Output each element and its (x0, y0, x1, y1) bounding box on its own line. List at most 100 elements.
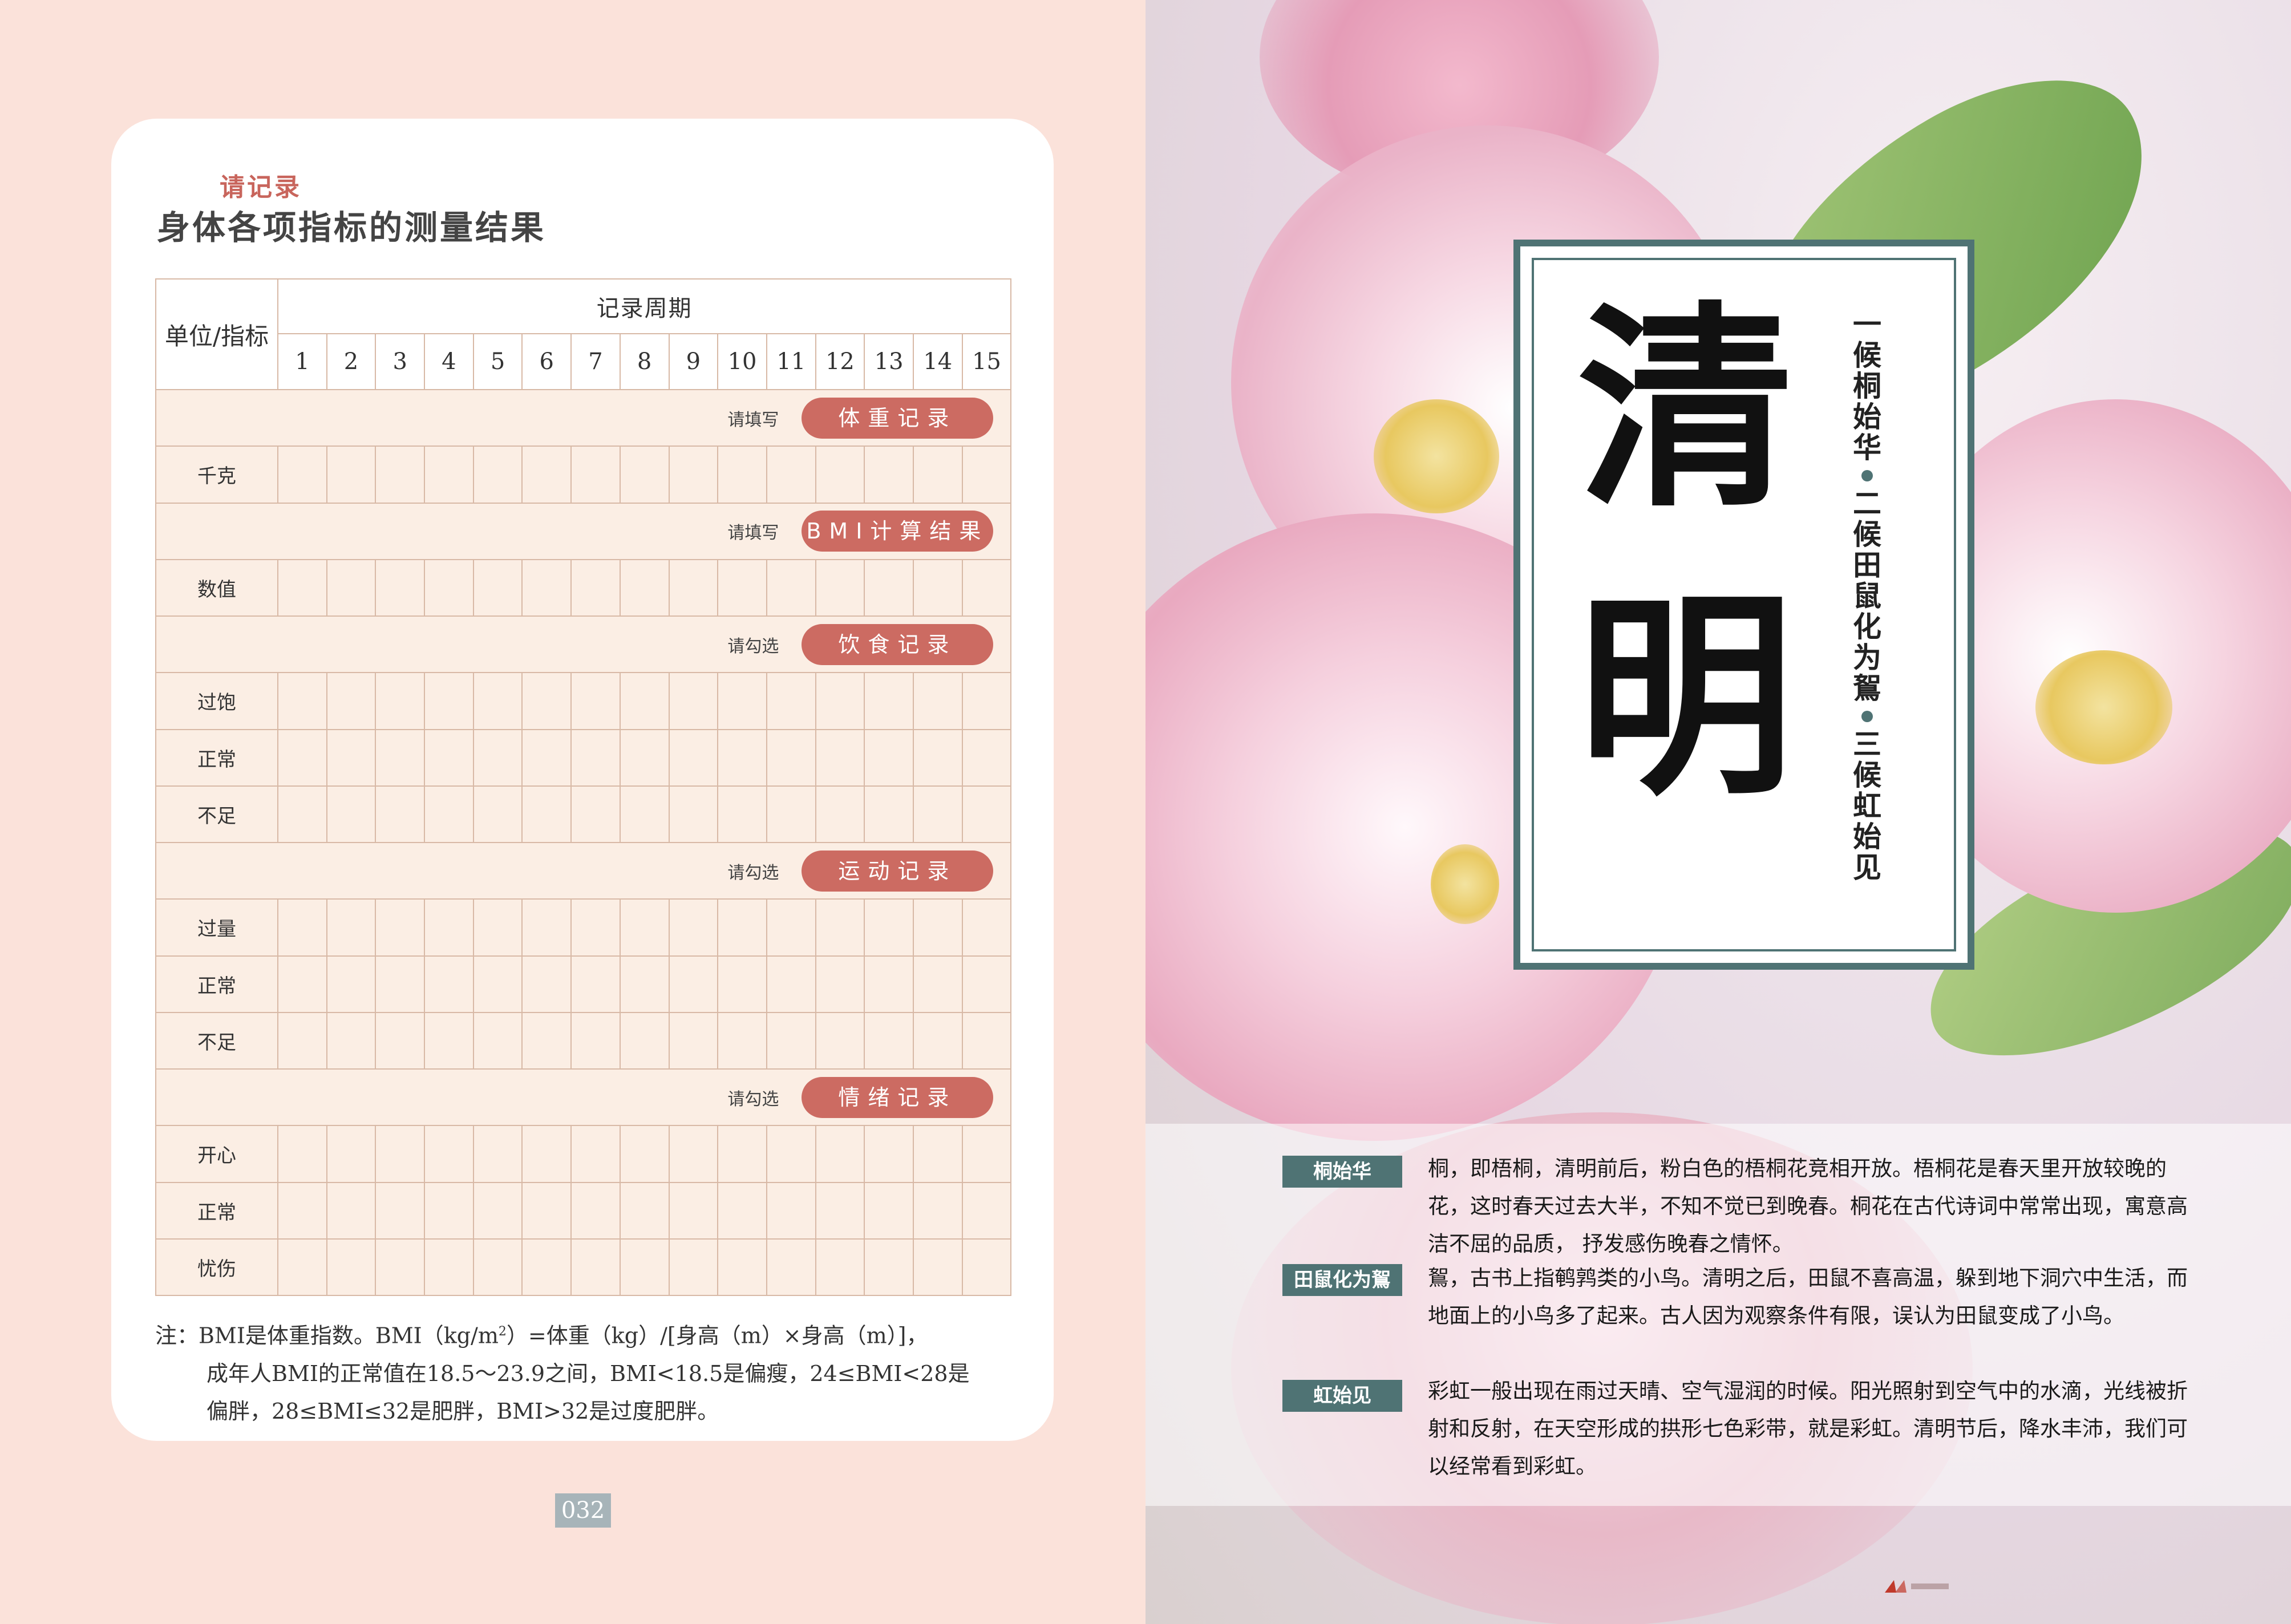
record-cell[interactable] (912, 785, 963, 844)
record-cell[interactable] (424, 728, 474, 787)
record-cell[interactable] (619, 898, 670, 957)
record-cell[interactable] (619, 1125, 670, 1183)
record-cell[interactable] (912, 1238, 963, 1297)
record-cell[interactable] (912, 1011, 963, 1070)
record-cell[interactable] (766, 1181, 816, 1240)
record-cell[interactable] (815, 558, 865, 617)
record-cell[interactable] (766, 672, 816, 730)
record-cell[interactable] (766, 728, 816, 787)
record-cell[interactable] (668, 1238, 719, 1297)
record-cell[interactable] (912, 446, 963, 504)
record-cell[interactable] (815, 446, 865, 504)
record-cell[interactable] (472, 1238, 523, 1297)
record-cell[interactable] (766, 446, 816, 504)
record-cell[interactable] (912, 898, 963, 957)
record-cell[interactable] (570, 446, 621, 504)
record-cell[interactable] (961, 1238, 1012, 1297)
record-cell[interactable] (717, 672, 767, 730)
record-cell[interactable] (472, 558, 523, 617)
record-cell[interactable] (521, 1238, 572, 1297)
record-cell[interactable] (424, 672, 474, 730)
record-cell[interactable] (570, 1181, 621, 1240)
record-cell[interactable] (717, 1125, 767, 1183)
record-cell[interactable] (961, 672, 1012, 730)
record-cell[interactable] (375, 558, 426, 617)
record-cell[interactable] (668, 558, 719, 617)
record-cell[interactable] (472, 1125, 523, 1183)
record-cell[interactable] (375, 728, 426, 787)
record-cell[interactable] (277, 785, 327, 844)
record-cell[interactable] (717, 1238, 767, 1297)
record-cell[interactable] (326, 1238, 377, 1297)
record-cell[interactable] (619, 1238, 670, 1297)
record-cell[interactable] (570, 955, 621, 1013)
record-cell[interactable] (668, 785, 719, 844)
record-cell[interactable] (864, 728, 914, 787)
record-cell[interactable] (766, 898, 816, 957)
record-cell[interactable] (570, 785, 621, 844)
record-cell[interactable] (472, 785, 523, 844)
record-cell[interactable] (326, 446, 377, 504)
record-cell[interactable] (521, 728, 572, 787)
record-cell[interactable] (375, 1238, 426, 1297)
record-cell[interactable] (424, 558, 474, 617)
record-cell[interactable] (277, 1011, 327, 1070)
record-cell[interactable] (326, 955, 377, 1013)
record-cell[interactable] (619, 446, 670, 504)
record-cell[interactable] (717, 1011, 767, 1070)
record-cell[interactable] (766, 1238, 816, 1297)
record-cell[interactable] (815, 955, 865, 1013)
record-cell[interactable] (472, 1181, 523, 1240)
record-cell[interactable] (717, 558, 767, 617)
record-cell[interactable] (375, 1125, 426, 1183)
record-cell[interactable] (815, 1181, 865, 1240)
record-cell[interactable] (961, 728, 1012, 787)
record-cell[interactable] (326, 1011, 377, 1070)
record-cell[interactable] (375, 1181, 426, 1240)
record-cell[interactable] (375, 446, 426, 504)
record-cell[interactable] (619, 558, 670, 617)
record-cell[interactable] (815, 728, 865, 787)
record-cell[interactable] (424, 446, 474, 504)
record-cell[interactable] (912, 672, 963, 730)
record-cell[interactable] (815, 898, 865, 957)
record-cell[interactable] (521, 672, 572, 730)
record-cell[interactable] (717, 446, 767, 504)
record-cell[interactable] (521, 898, 572, 957)
record-cell[interactable] (717, 1181, 767, 1240)
record-cell[interactable] (326, 728, 377, 787)
record-cell[interactable] (472, 672, 523, 730)
record-cell[interactable] (375, 898, 426, 957)
record-cell[interactable] (570, 558, 621, 617)
record-cell[interactable] (277, 672, 327, 730)
record-cell[interactable] (570, 1011, 621, 1070)
record-cell[interactable] (472, 1011, 523, 1070)
record-cell[interactable] (521, 558, 572, 617)
record-cell[interactable] (570, 672, 621, 730)
record-cell[interactable] (912, 728, 963, 787)
record-cell[interactable] (472, 898, 523, 957)
record-cell[interactable] (668, 898, 719, 957)
record-cell[interactable] (864, 672, 914, 730)
record-cell[interactable] (766, 1011, 816, 1070)
record-cell[interactable] (521, 785, 572, 844)
record-cell[interactable] (864, 1011, 914, 1070)
record-cell[interactable] (277, 728, 327, 787)
record-cell[interactable] (912, 1181, 963, 1240)
record-cell[interactable] (864, 1238, 914, 1297)
record-cell[interactable] (619, 728, 670, 787)
record-cell[interactable] (912, 558, 963, 617)
record-cell[interactable] (326, 785, 377, 844)
record-cell[interactable] (375, 955, 426, 1013)
record-cell[interactable] (472, 955, 523, 1013)
record-cell[interactable] (766, 558, 816, 617)
record-cell[interactable] (277, 446, 327, 504)
record-cell[interactable] (961, 1181, 1012, 1240)
record-cell[interactable] (864, 446, 914, 504)
record-cell[interactable] (424, 955, 474, 1013)
record-cell[interactable] (961, 1125, 1012, 1183)
record-cell[interactable] (961, 446, 1012, 504)
record-cell[interactable] (277, 1125, 327, 1183)
record-cell[interactable] (766, 955, 816, 1013)
record-cell[interactable] (326, 1125, 377, 1183)
